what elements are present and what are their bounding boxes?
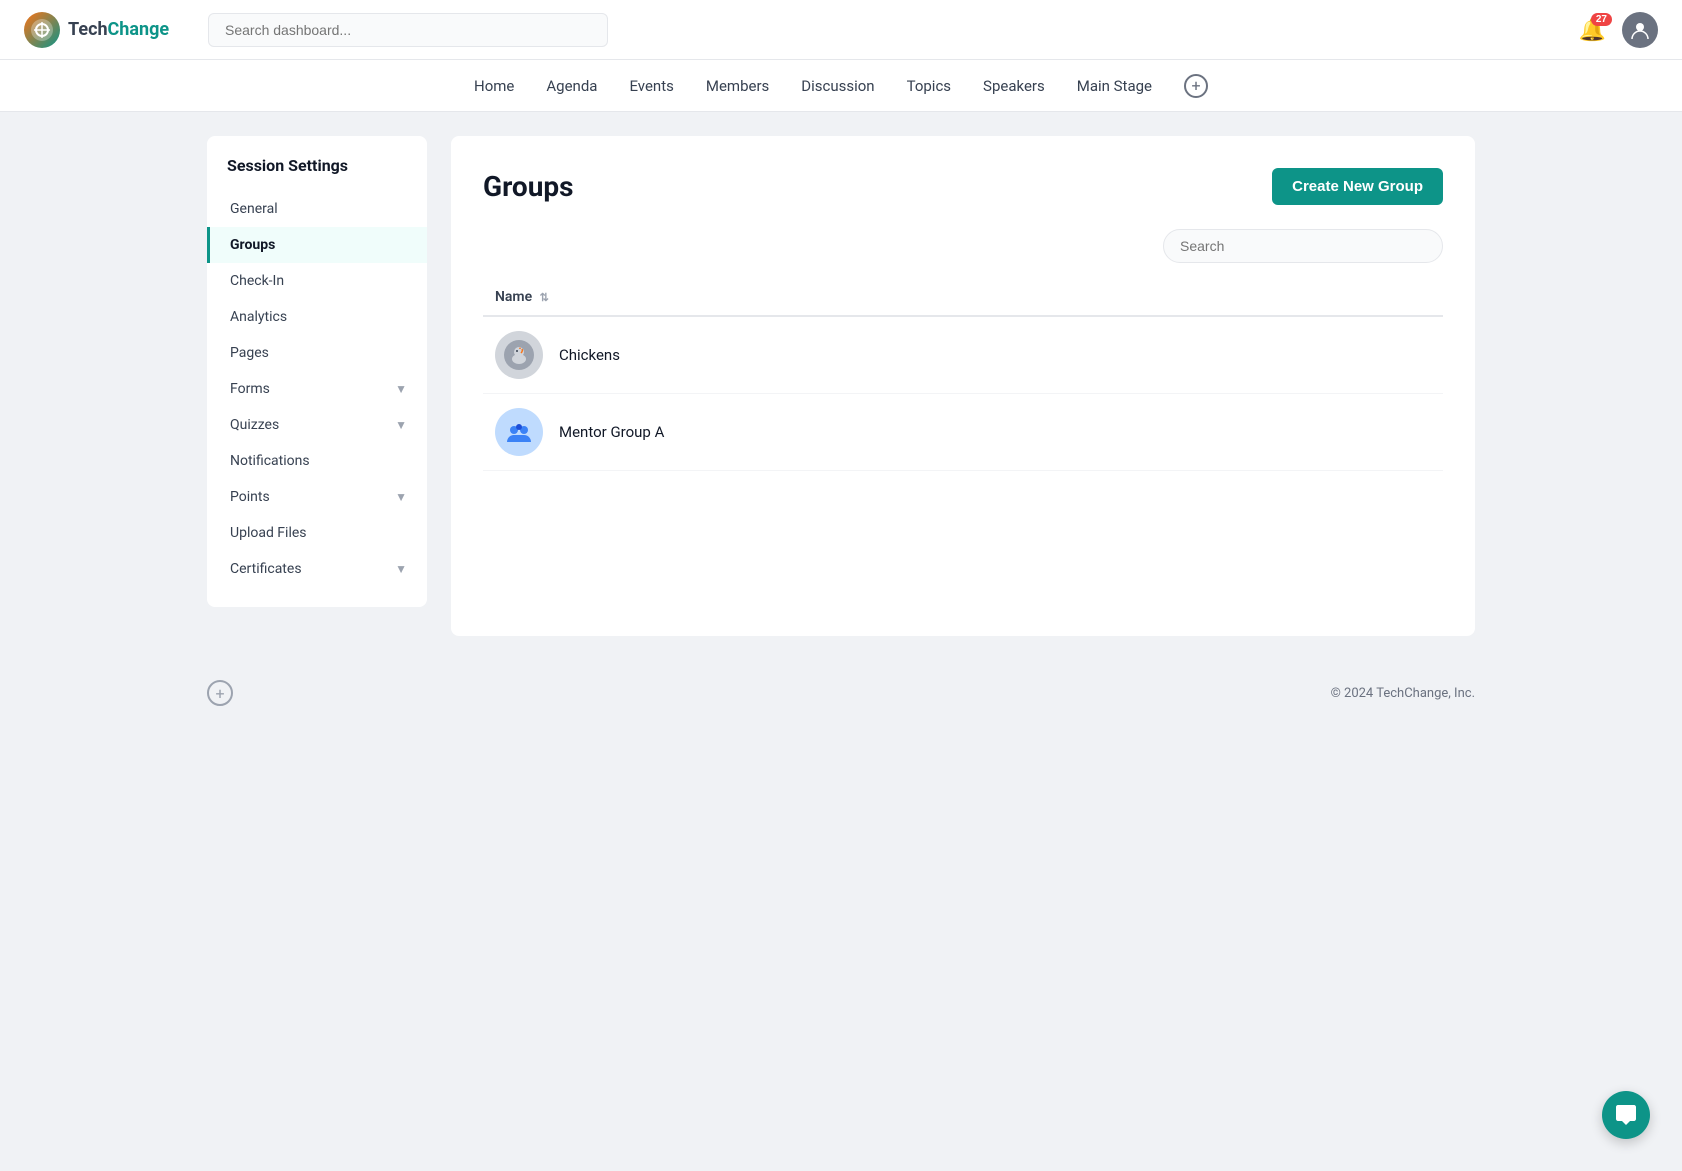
name-column-header[interactable]: Name ⇅: [483, 279, 1443, 316]
main-content: Groups Create New Group Name ⇅: [451, 136, 1475, 636]
footer-add-button[interactable]: +: [207, 680, 233, 706]
sidebar-item-pages[interactable]: Pages: [207, 335, 427, 371]
sidebar-item-check-in[interactable]: Check-In: [207, 263, 427, 299]
copyright-text: © 2024 TechChange, Inc.: [1331, 686, 1475, 701]
chat-widget-button[interactable]: [1602, 1091, 1650, 1139]
chevron-down-icon: ▼: [395, 418, 407, 432]
nav-item-members[interactable]: Members: [706, 73, 769, 99]
top-bar: TechChange 🔔 27: [0, 0, 1682, 60]
sidebar-item-general[interactable]: General: [207, 191, 427, 227]
nav-item-discussion[interactable]: Discussion: [801, 73, 874, 99]
group-row-mentor: Mentor Group A: [495, 408, 1431, 456]
nav-item-topics[interactable]: Topics: [907, 73, 951, 99]
sidebar: Session Settings General Groups Check-In…: [207, 136, 427, 607]
nav-item-home[interactable]: Home: [474, 73, 514, 99]
group-avatar-chickens: [495, 331, 543, 379]
logo[interactable]: TechChange: [24, 12, 184, 48]
top-search-input[interactable]: [208, 13, 608, 47]
nav-item-main-stage[interactable]: Main Stage: [1077, 73, 1152, 99]
chevron-down-icon: ▼: [395, 382, 407, 396]
table-row[interactable]: Chickens: [483, 316, 1443, 394]
search-row: [483, 229, 1443, 263]
group-row-chickens: Chickens: [495, 331, 1431, 379]
user-avatar[interactable]: [1622, 12, 1658, 48]
page-title: Groups: [483, 170, 574, 203]
sidebar-item-analytics[interactable]: Analytics: [207, 299, 427, 335]
sidebar-title: Session Settings: [207, 156, 427, 191]
sidebar-item-quizzes[interactable]: Quizzes ▼: [207, 407, 427, 443]
nav-item-events[interactable]: Events: [629, 73, 673, 99]
logo-icon: [24, 12, 60, 48]
sidebar-item-groups[interactable]: Groups: [207, 227, 427, 263]
chevron-down-icon: ▼: [395, 490, 407, 504]
page-layout: Session Settings General Groups Check-In…: [191, 136, 1491, 636]
content-header: Groups Create New Group: [483, 168, 1443, 205]
group-name-chickens: Chickens: [559, 346, 620, 364]
chevron-down-icon: ▼: [395, 562, 407, 576]
groups-search-input[interactable]: [1163, 229, 1443, 263]
sidebar-item-notifications[interactable]: Notifications: [207, 443, 427, 479]
sidebar-item-forms[interactable]: Forms ▼: [207, 371, 427, 407]
top-search-bar[interactable]: [208, 13, 608, 47]
groups-table: Name ⇅: [483, 279, 1443, 471]
secondary-nav: Home Agenda Events Members Discussion To…: [0, 60, 1682, 112]
table-row[interactable]: Mentor Group A: [483, 394, 1443, 471]
nav-item-agenda[interactable]: Agenda: [546, 73, 597, 99]
create-new-group-button[interactable]: Create New Group: [1272, 168, 1443, 205]
group-name-mentor: Mentor Group A: [559, 423, 664, 441]
page-footer: + © 2024 TechChange, Inc.: [191, 660, 1491, 726]
brand-name: TechChange: [68, 19, 169, 40]
sidebar-item-certificates[interactable]: Certificates ▼: [207, 551, 427, 587]
top-bar-right: 🔔 27: [1579, 12, 1658, 48]
nav-add-button[interactable]: +: [1184, 74, 1208, 98]
nav-item-speakers[interactable]: Speakers: [983, 73, 1045, 99]
sidebar-item-points[interactable]: Points ▼: [207, 479, 427, 515]
sidebar-item-upload-files[interactable]: Upload Files: [207, 515, 427, 551]
notifications-button[interactable]: 🔔 27: [1579, 17, 1606, 43]
sort-icon: ⇅: [540, 291, 549, 304]
notification-badge: 27: [1591, 13, 1612, 26]
group-avatar-mentor: [495, 408, 543, 456]
